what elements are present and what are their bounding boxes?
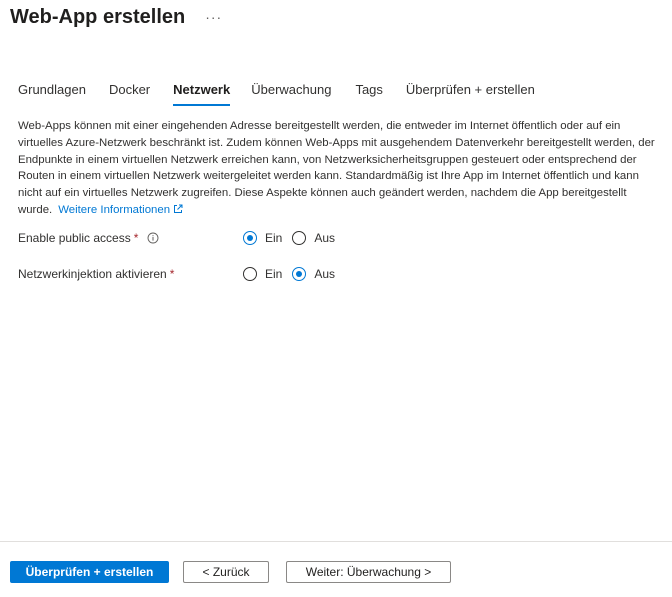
external-link-icon [174,204,183,213]
footer-actions: Überprüfen + erstellen < Zurück Weiter: … [10,561,451,583]
network-injection-row: Netzwerkinjektion aktivieren * Ein Aus [18,263,345,285]
radio-label-off: Aus [314,231,336,245]
wizard-tabs: Grundlagen Docker Netzwerk Überwachung T… [18,82,559,106]
page-title: Web-App erstellen [10,6,186,28]
public-access-label-group: Enable public access * [18,231,243,245]
public-access-radio-group: Ein Aus [243,231,345,245]
public-access-label: Enable public access [18,231,131,245]
tab-tags[interactable]: Tags [355,82,382,106]
tab-ueberpruefen-erstellen[interactable]: Überprüfen + erstellen [406,82,535,106]
tab-netzwerk[interactable]: Netzwerk [173,82,231,106]
info-icon[interactable] [147,232,159,244]
footer-divider [0,541,672,542]
network-injection-label-group: Netzwerkinjektion aktivieren * [18,267,243,281]
network-injection-label: Netzwerkinjektion aktivieren [18,267,167,281]
learn-more-label: Weitere Informationen [58,203,171,216]
network-injection-on-radio[interactable]: Ein [243,267,282,281]
tab-grundlagen[interactable]: Grundlagen [18,82,86,106]
network-injection-off-radio[interactable]: Aus [292,267,335,281]
back-button[interactable]: < Zurück [183,561,269,583]
next-button[interactable]: Weiter: Überwachung > [286,561,451,583]
description-text: Web-Apps können mit einer eingehenden Ad… [18,120,655,216]
network-injection-radio-group: Ein Aus [243,267,345,281]
radio-checked-icon [292,267,307,281]
radio-label-on: Ein [265,231,283,245]
learn-more-link[interactable]: Weitere Informationen [58,204,183,216]
public-access-off-radio[interactable]: Aus [292,231,335,245]
title-row: Web-App erstellen ··· [10,6,222,29]
radio-label-on: Ein [265,267,283,281]
radio-label-off: Aus [314,267,336,281]
more-options-icon[interactable]: ··· [205,9,222,25]
public-access-on-radio[interactable]: Ein [243,231,282,245]
required-marker: * [133,231,139,245]
networking-description: Web-Apps können mit einer eingehenden Ad… [18,118,658,219]
radio-unchecked-icon [243,267,257,281]
required-marker: * [169,267,175,281]
public-access-row: Enable public access * Ein Aus [18,227,345,249]
radio-unchecked-icon [292,231,307,245]
tab-docker[interactable]: Docker [109,82,150,106]
radio-checked-icon [243,231,257,245]
review-create-button[interactable]: Überprüfen + erstellen [10,561,169,583]
tab-ueberwachung[interactable]: Überwachung [251,82,331,106]
create-web-app-page: Web-App erstellen ··· Grundlagen Docker … [0,0,672,597]
